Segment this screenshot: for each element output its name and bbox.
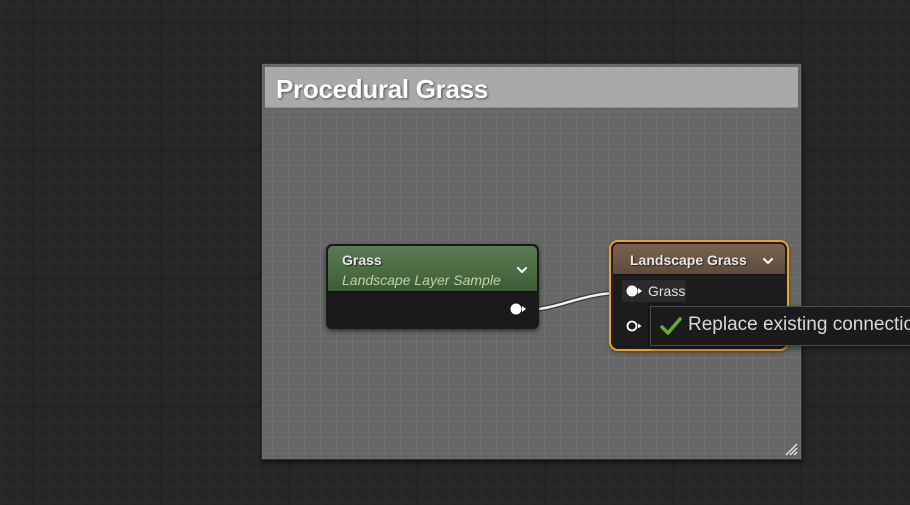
node-header[interactable]: Grass Landscape Layer Sample: [328, 246, 537, 292]
input-pin-connected-icon[interactable]: [624, 284, 644, 298]
comment-title-bar[interactable]: Procedural Grass: [265, 67, 798, 108]
node-title: Landscape Grass: [630, 252, 747, 268]
node-title: Grass: [342, 252, 382, 268]
input-label: Grass: [648, 283, 686, 299]
tooltip-text: Replace existing connection: [688, 314, 910, 335]
input-pin-empty-icon[interactable]: [624, 319, 644, 333]
chevron-down-icon[interactable]: [515, 263, 529, 277]
node-subtitle: Landscape Layer Sample: [342, 272, 501, 288]
resize-handle-icon[interactable]: [784, 442, 798, 456]
check-icon: [660, 317, 682, 335]
chevron-down-icon[interactable]: [761, 254, 775, 268]
landscape-layer-sample-node[interactable]: Grass Landscape Layer Sample: [326, 244, 539, 329]
connection-tooltip: Replace existing connection: [650, 306, 910, 346]
node-header[interactable]: Landscape Grass: [613, 244, 785, 275]
output-pin-icon[interactable]: [509, 302, 527, 316]
comment-title: Procedural Grass: [276, 74, 488, 104]
